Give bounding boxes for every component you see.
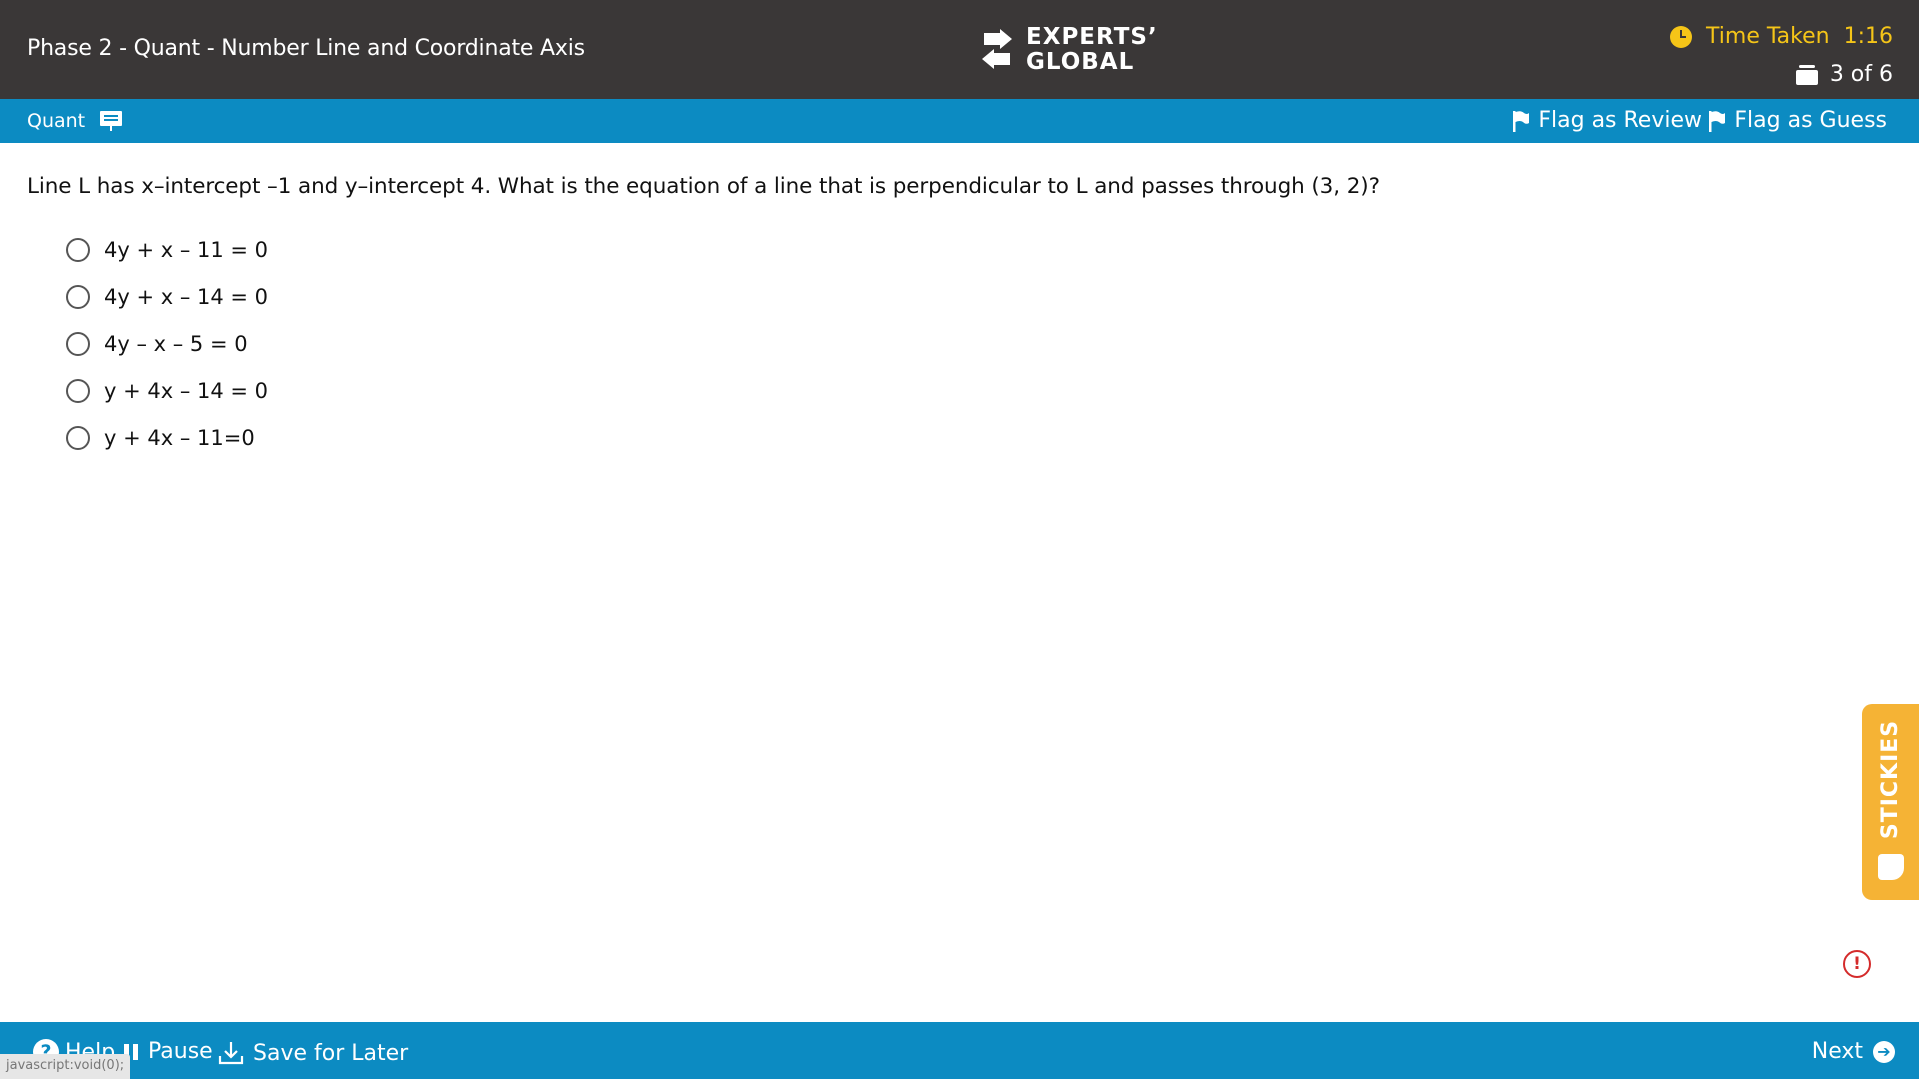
pause-label: Pause	[148, 1039, 213, 1064]
alert-icon[interactable]: !	[1843, 950, 1871, 978]
question-stem: Line L has x–intercept –1 and y–intercep…	[27, 174, 1380, 199]
page-title: Phase 2 - Quant - Number Line and Coordi…	[27, 36, 585, 61]
bottom-toolbar: ? Help Pause Save for Later Next ➔	[0, 1022, 1919, 1079]
logo-text-line1: EXPERTS’	[1026, 24, 1158, 50]
answer-option-text: 4y + x – 14 = 0	[104, 284, 269, 309]
answer-option-text: 4y + x – 11 = 0	[104, 237, 269, 262]
answer-option-text: 4y – x – 5 = 0	[104, 331, 248, 356]
answer-option-d[interactable]: y + 4x – 14 = 0	[66, 367, 268, 414]
status-bar-url: javascript:void(0);	[0, 1054, 130, 1079]
time-taken-value: 1:16	[1843, 24, 1893, 49]
radio-button[interactable]	[66, 331, 90, 356]
download-icon	[218, 1042, 244, 1065]
sticky-note-icon	[1878, 854, 1904, 880]
next-label: Next	[1811, 1039, 1863, 1064]
answer-option-text: y + 4x – 11=0	[104, 425, 255, 450]
radio-button[interactable]	[66, 378, 90, 403]
flag-icon	[1513, 110, 1530, 132]
top-header: Phase 2 - Quant - Number Line and Coordi…	[0, 0, 1919, 99]
radio-button[interactable]	[66, 284, 90, 309]
answer-option-e[interactable]: y + 4x – 11=0	[66, 414, 268, 461]
stickies-tab[interactable]: STICKIES	[1862, 704, 1919, 900]
question-stack-icon	[1795, 64, 1818, 85]
answer-option-b[interactable]: 4y + x – 14 = 0	[66, 273, 268, 320]
logo-text-line2: GLOBAL	[1026, 49, 1135, 75]
section-bar: Quant Flag as Review Flag as Guess	[0, 99, 1919, 143]
time-taken-label: Time Taken	[1706, 24, 1830, 49]
save-for-later-button[interactable]: Save for Later	[217, 1039, 408, 1067]
clock-icon	[1670, 25, 1693, 48]
logo-mark-icon	[982, 29, 1012, 69]
time-taken: Time Taken 1:16	[1670, 24, 1893, 49]
flag-icon	[1709, 110, 1726, 132]
answer-option-a[interactable]: 4y + x – 11 = 0	[66, 226, 268, 273]
answer-option-text: y + 4x – 14 = 0	[104, 378, 269, 403]
answer-option-c[interactable]: 4y – x – 5 = 0	[66, 320, 268, 367]
radio-button[interactable]	[66, 425, 90, 450]
question-counter-text: 3 of 6	[1829, 62, 1893, 87]
calculator-icon[interactable]	[99, 110, 123, 132]
radio-button[interactable]	[66, 237, 90, 262]
save-for-later-label: Save for Later	[253, 1040, 409, 1066]
stickies-label: STICKIES	[1878, 719, 1904, 839]
flag-as-guess-label: Flag as Guess	[1734, 108, 1887, 133]
pause-button[interactable]: Pause	[124, 1039, 213, 1064]
next-button[interactable]: Next ➔	[1812, 1039, 1895, 1064]
flag-as-review-button[interactable]: Flag as Review	[1512, 108, 1702, 133]
answer-options: 4y + x – 11 = 0 4y + x – 14 = 0 4y – x –…	[66, 226, 268, 461]
arrow-right-icon: ➔	[1873, 1040, 1895, 1063]
experts-global-logo: EXPERTS’ GLOBAL	[978, 24, 1158, 75]
flag-as-guess-button[interactable]: Flag as Guess	[1708, 108, 1887, 133]
section-name: Quant	[27, 110, 123, 132]
alert-symbol: !	[1853, 954, 1861, 974]
section-label: Quant	[27, 110, 86, 132]
question-counter: 3 of 6	[1795, 62, 1893, 87]
flag-as-review-label: Flag as Review	[1538, 108, 1702, 133]
